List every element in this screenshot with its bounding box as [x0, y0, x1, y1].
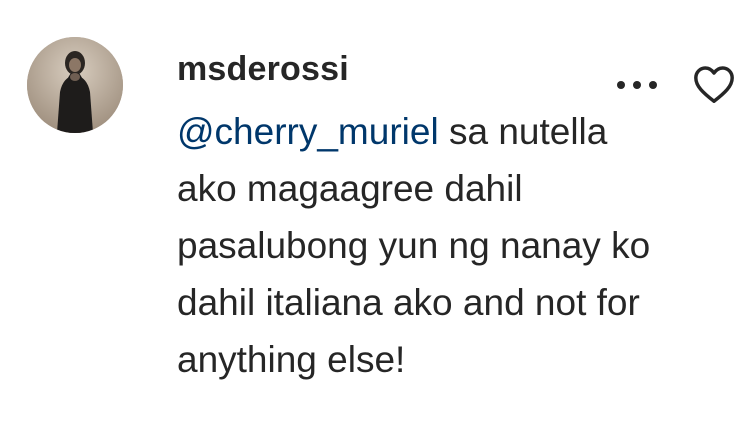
- avatar[interactable]: [27, 37, 123, 133]
- avatar-image: [27, 37, 123, 133]
- like-button[interactable]: [692, 64, 736, 104]
- more-options-icon: [617, 81, 625, 89]
- comment-item: msderossi @cherry_muriel sa nutella ako …: [0, 0, 750, 437]
- comment-text: @cherry_muriel sa nutella ako magaagree …: [177, 103, 677, 388]
- mention-link[interactable]: @cherry_muriel: [177, 111, 439, 152]
- more-options-icon-dot: [633, 81, 641, 89]
- more-options-icon-dot: [649, 81, 657, 89]
- comment-username[interactable]: msderossi: [177, 47, 349, 91]
- more-options-button[interactable]: [612, 70, 662, 100]
- heart-outline-icon: [694, 66, 734, 104]
